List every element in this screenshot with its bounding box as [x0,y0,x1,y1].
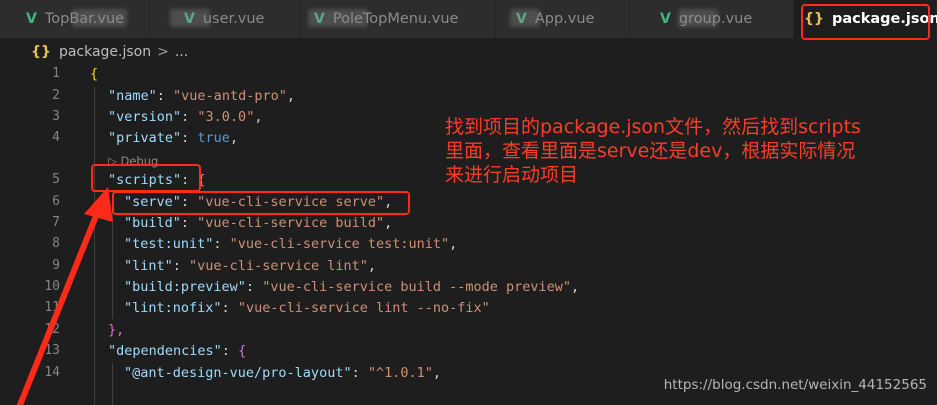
line-number: 9 [52,258,60,273]
tab-poletopmenu-vue[interactable]: V PoleTopMenu.vue [300,0,496,38]
code-line: { [90,66,99,82]
serve-highlight-box [112,191,410,215]
breadcrumb: {} package.json > ... [31,41,188,63]
vue-file-icon: V [660,11,671,27]
json-file-icon: {} [31,44,51,60]
tab-topbar-vue[interactable]: V TopBar.vue [0,0,150,38]
breadcrumb-file[interactable]: package.json [59,44,151,60]
line-number: 10 [44,279,60,294]
line-number: 8 [52,236,60,251]
line-number: 1 [52,66,60,81]
chevron-right-icon: > [157,44,169,60]
line-number: 5 [52,172,60,187]
code-line: "build": "vue-cli-service build", [124,215,393,231]
annotation-text: 找到项目的package.json文件，然后找到scripts 里面，查看里面是… [445,116,861,186]
tab-app-vue[interactable]: V App.vue [496,0,630,38]
line-number: 4 [52,130,60,145]
vue-file-icon: V [26,11,37,27]
tab-group-vue[interactable]: V group.vue [630,0,794,38]
code-line: "name": "vue-antd-pro", [108,88,295,104]
code-line: "build:preview": "vue-cli-service build … [124,279,580,295]
watermark-text: https://blog.csdn.net/weixin_44152565 [663,377,927,393]
scripts-highlight-box [91,164,201,192]
breadcrumb-rest[interactable]: ... [175,44,188,60]
code-line: "@ant-design-vue/pro-layout": "^1.0.1", [124,365,442,381]
tab-user-vue[interactable]: V user.vue [150,0,300,38]
code-line: "test:unit": "vue-cli-service test:unit"… [124,236,458,252]
line-number: 7 [52,215,60,230]
line-number: 14 [44,365,60,380]
code-line: "lint:nofix": "vue-cli-service lint --no… [124,300,490,316]
line-number: 3 [52,109,60,124]
tab-label: App.vue [534,11,595,27]
line-number: 13 [44,343,60,358]
tab-highlight-box [801,4,930,40]
code-line: "dependencies": { [108,343,247,359]
code-line: "version": "3.0.0", [108,109,263,125]
tab-label: user.vue [202,11,265,27]
editor-tab-bar: V TopBar.vue V user.vue V PoleTopMenu.vu… [0,0,937,38]
line-number: 11 [44,300,60,315]
code-line: }, [108,322,125,338]
line-number: 12 [44,322,60,337]
code-line: "lint": "vue-cli-service lint", [124,258,376,274]
code-line: "private": true, [108,130,239,146]
line-number: 6 [52,194,60,209]
line-number: 2 [52,88,60,103]
